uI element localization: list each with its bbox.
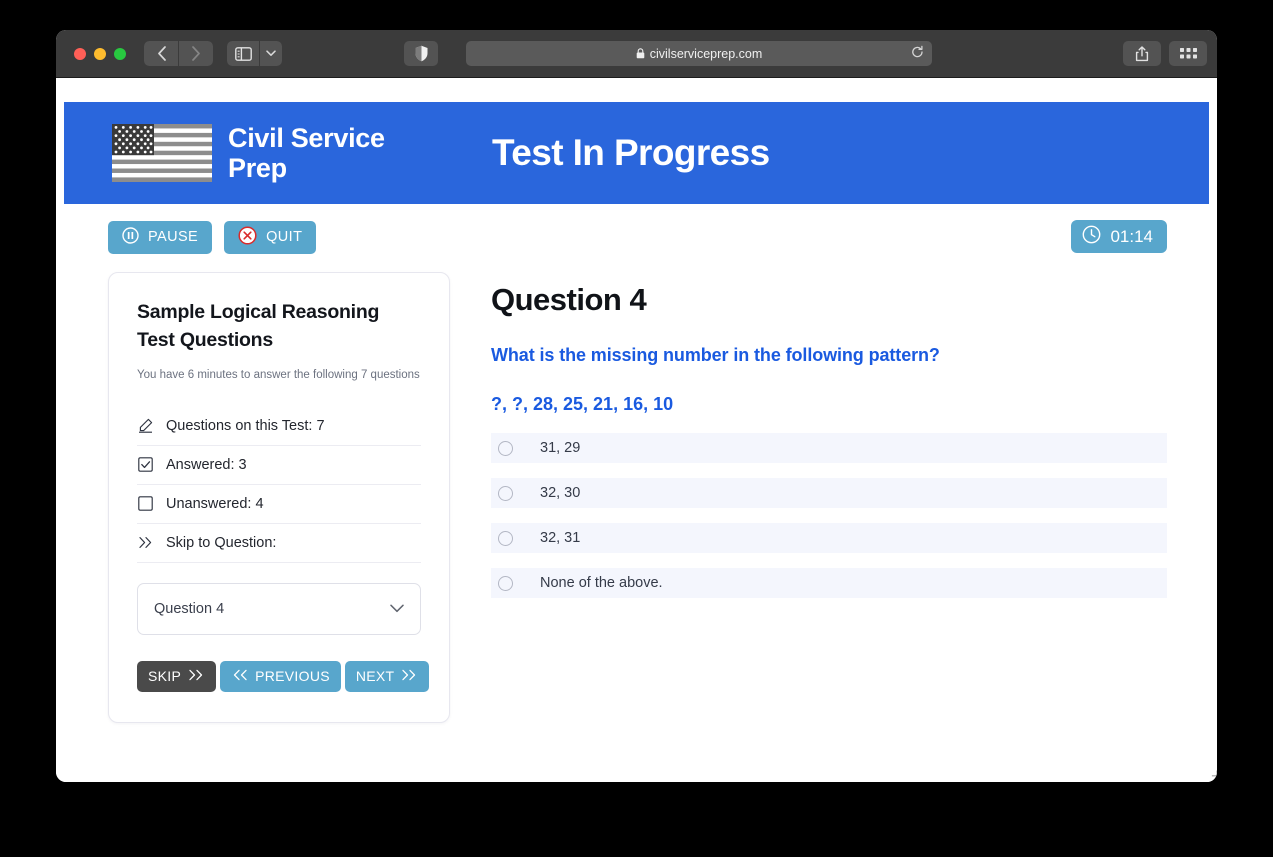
- maximize-window-button[interactable]: [114, 47, 126, 60]
- close-circle-icon: [238, 225, 257, 249]
- chevron-down-icon[interactable]: [260, 41, 282, 66]
- privacy-shield-icon[interactable]: [404, 41, 438, 66]
- address-bar[interactable]: civilserviceprep.com: [466, 41, 932, 66]
- page-title: Test In Progress: [492, 132, 770, 173]
- empty-box-icon: [137, 496, 153, 511]
- double-chevron-right-icon: [188, 668, 205, 684]
- double-chevron-right-icon: [137, 536, 153, 549]
- answer-option[interactable]: 32, 30: [491, 478, 1167, 508]
- question-navigation: SKIP PREVIOUS NEXT: [137, 660, 430, 692]
- pause-circle-icon: [122, 226, 139, 248]
- next-button[interactable]: NEXT: [344, 660, 430, 692]
- lock-icon: [636, 48, 645, 59]
- brand-name: Civil Service Prep: [228, 122, 385, 184]
- browser-window: civilserviceprep.com Civil Service Prep …: [56, 30, 1217, 782]
- url-text: civilserviceprep.com: [649, 46, 763, 61]
- answer-option[interactable]: 31, 29: [491, 433, 1167, 463]
- answer-option-label: 31, 29: [540, 440, 581, 456]
- us-flag-icon: [112, 124, 212, 182]
- answer-option-label: 32, 30: [540, 485, 581, 501]
- browser-toolbar: civilserviceprep.com: [56, 30, 1217, 78]
- body-layout: Sample Logical Reasoning Test Questions …: [56, 254, 1217, 723]
- stat-unanswered: Unanswered: 4: [137, 485, 421, 524]
- question-select[interactable]: Question 4: [137, 582, 421, 635]
- previous-button[interactable]: PREVIOUS: [220, 660, 341, 692]
- quit-button-label: QUIT: [266, 229, 303, 245]
- timer-value: 01:14: [1110, 226, 1153, 246]
- stat-skip-to-question: Skip to Question:: [137, 524, 421, 563]
- pencil-icon: [137, 418, 153, 433]
- next-button-label: NEXT: [355, 668, 395, 685]
- clock-icon: [1082, 225, 1101, 249]
- test-subtitle: You have 6 minutes to answer the followi…: [137, 369, 420, 382]
- double-chevron-right-icon: [401, 668, 418, 684]
- radio-button[interactable]: [498, 485, 513, 501]
- sidebar-controls: [227, 41, 282, 66]
- stat-label: Questions on this Test: 7: [166, 417, 325, 434]
- chevron-down-icon: [390, 601, 404, 617]
- close-window-button[interactable]: [74, 47, 86, 60]
- page-content: Civil Service Prep Test In Progress PAUS…: [56, 78, 1217, 782]
- timer: 01:14: [1071, 220, 1167, 253]
- navigation-buttons: [144, 41, 213, 66]
- radio-button[interactable]: [498, 575, 513, 591]
- pause-button[interactable]: PAUSE: [108, 220, 213, 254]
- forward-arrow-icon[interactable]: [179, 41, 213, 66]
- stat-label: Answered: 3: [166, 456, 247, 473]
- answer-option-label: 32, 31: [540, 530, 581, 546]
- answer-option[interactable]: 32, 31: [491, 523, 1167, 553]
- share-icon[interactable]: [1123, 41, 1161, 66]
- pause-button-label: PAUSE: [148, 229, 199, 245]
- question-prompt: What is the missing number in the follow…: [491, 345, 940, 365]
- test-title: Sample Logical Reasoning Test Questions: [137, 301, 380, 351]
- quit-button[interactable]: QUIT: [224, 220, 317, 254]
- stat-label: Unanswered: 4: [166, 495, 264, 512]
- answer-option[interactable]: None of the above.: [491, 568, 1167, 598]
- sidebar-toggle-icon[interactable]: [227, 41, 259, 66]
- stat-questions-total: Questions on this Test: 7: [137, 407, 421, 446]
- answer-option-label: None of the above.: [540, 575, 663, 591]
- site-header: Civil Service Prep Test In Progress: [64, 102, 1209, 204]
- radio-button[interactable]: [498, 530, 513, 546]
- answer-options: 31, 29 32, 30 32, 31 None of the above.: [491, 433, 1167, 598]
- question-column: Question 4 What is the missing number in…: [450, 272, 1209, 723]
- sidebar-column: Sample Logical Reasoning Test Questions …: [64, 272, 450, 723]
- window-controls: [74, 47, 126, 60]
- back-arrow-icon[interactable]: [144, 41, 178, 66]
- test-stats: Questions on this Test: 7 Answered: 3 Un…: [137, 407, 421, 563]
- stat-label: Skip to Question:: [166, 534, 277, 551]
- question-pattern: ?, ?, 28, 25, 21, 16, 10: [491, 394, 674, 414]
- new-tab-button[interactable]: +: [1200, 760, 1217, 782]
- test-info-card: Sample Logical Reasoning Test Questions …: [108, 272, 450, 723]
- skip-button-label: SKIP: [148, 668, 182, 685]
- checked-box-icon: [137, 457, 153, 472]
- skip-button[interactable]: SKIP: [137, 660, 217, 692]
- test-controls: PAUSE QUIT 01:14: [64, 220, 1209, 254]
- double-chevron-left-icon: [231, 668, 248, 684]
- toolbar-right-tools: [1123, 41, 1207, 66]
- reload-icon[interactable]: [911, 45, 924, 62]
- tab-grid-icon[interactable]: [1169, 41, 1207, 66]
- brand[interactable]: Civil Service Prep: [64, 123, 464, 184]
- question-select-value: Question 4: [154, 600, 225, 617]
- previous-button-label: PREVIOUS: [255, 668, 330, 685]
- radio-button[interactable]: [498, 440, 513, 456]
- stat-answered: Answered: 3: [137, 446, 421, 485]
- minimize-window-button[interactable]: [94, 47, 106, 60]
- question-number: Question 4: [491, 282, 647, 317]
